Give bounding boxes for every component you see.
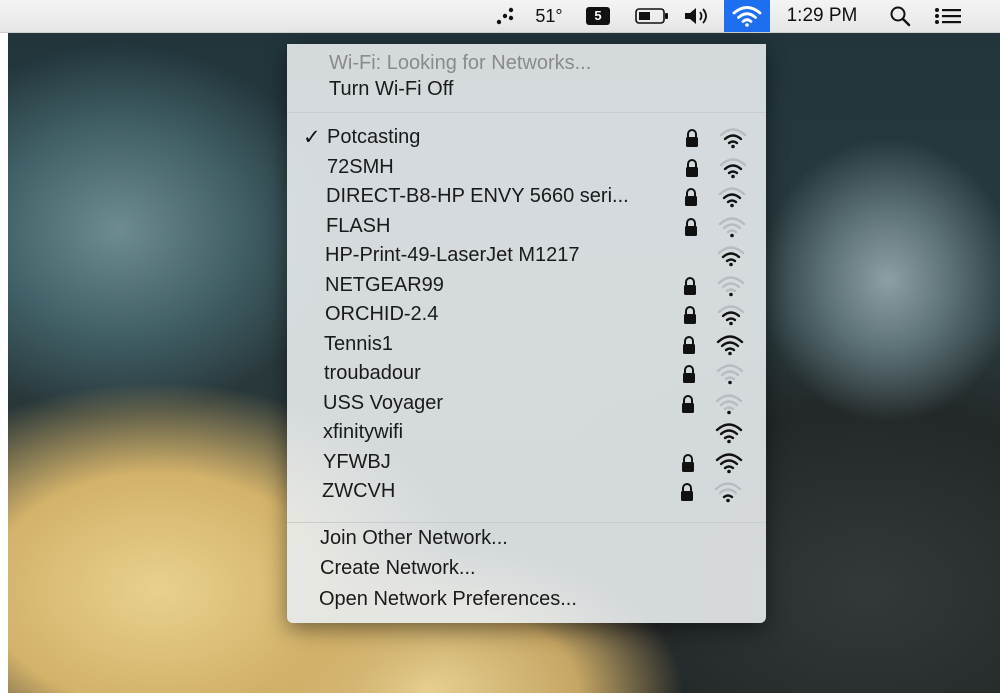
- network-name: 72SMH: [327, 155, 394, 178]
- join-other-network-item[interactable]: Join Other Network...: [287, 525, 766, 553]
- network-item[interactable]: HP-Print-49-LaserJet M1217: [287, 242, 766, 270]
- turn-wifi-off-item[interactable]: Turn Wi-Fi Off: [287, 76, 766, 104]
- network-item[interactable]: ZWCVH: [287, 478, 766, 506]
- network-name: troubadour: [324, 362, 421, 384]
- wifi-status-label: Wi-Fi: Looking for Networks...: [329, 52, 592, 74]
- wifi-signal-icon: [719, 157, 747, 178]
- wifi-signal-icon: [717, 275, 745, 296]
- wifi-signal-icon: [718, 216, 746, 237]
- lock-icon: [683, 335, 695, 354]
- open-network-preferences-label: Open Network Preferences...: [319, 588, 577, 610]
- lock-icon: [685, 188, 697, 206]
- network-name: Potcasting: [327, 126, 421, 148]
- wifi-signal-icon: [717, 305, 745, 326]
- lock-icon: [682, 394, 694, 413]
- wifi-icon[interactable]: [724, 0, 770, 32]
- network-name: ORCHID-2.4: [325, 303, 439, 325]
- join-other-network-label: Join Other Network...: [320, 527, 508, 549]
- network-item[interactable]: troubadour: [287, 360, 766, 388]
- network-name: Tennis1: [324, 332, 393, 355]
- separator: [287, 522, 766, 523]
- create-network-label: Create Network...: [320, 557, 476, 579]
- network-name: FLASH: [326, 214, 391, 237]
- wifi-signal-icon: [715, 423, 743, 444]
- network-item[interactable]: Tennis1: [287, 331, 766, 359]
- lock-icon: [684, 306, 696, 324]
- weather-temperature[interactable]: 51°: [526, 0, 572, 32]
- wifi-status: Wi-Fi: Looking for Networks...: [287, 50, 766, 78]
- network-name: DIRECT-B8-HP ENVY 5660 seri...: [326, 185, 629, 207]
- lock-icon: [683, 365, 695, 383]
- wifi-signal-icon: [715, 452, 743, 473]
- network-name: ZWCVH: [322, 480, 396, 502]
- calendar-badge[interactable]: 5: [584, 0, 612, 32]
- wifi-signal-icon: [718, 187, 746, 208]
- wifi-signal-icon: [714, 482, 742, 503]
- checkmark-icon: ✓: [303, 126, 321, 149]
- wifi-signal-icon: [716, 364, 744, 385]
- network-name: YFWBJ: [323, 450, 391, 473]
- clock[interactable]: 1:29 PM: [777, 0, 867, 32]
- list-icon[interactable]: [928, 0, 968, 32]
- turn-wifi-off-label: Turn Wi-Fi Off: [329, 78, 454, 100]
- lock-icon: [686, 158, 698, 177]
- wifi-dropdown-menu: Wi-Fi: Looking for Networks... Turn Wi-F…: [287, 44, 766, 623]
- dots-icon[interactable]: [492, 0, 520, 32]
- lock-icon: [686, 129, 698, 147]
- lock-icon: [685, 217, 697, 236]
- menu-bar: 51° 5 1:29 PM: [0, 0, 1000, 33]
- lock-icon: [681, 483, 693, 501]
- network-name: NETGEAR99: [325, 273, 444, 296]
- wifi-signal-icon: [716, 334, 744, 355]
- open-network-preferences-item[interactable]: Open Network Preferences...: [287, 586, 766, 614]
- wifi-signal-icon: [719, 128, 747, 149]
- network-name: xfinitywifi: [323, 421, 404, 443]
- badge-number: 5: [586, 7, 610, 25]
- wifi-signal-icon: [717, 246, 745, 267]
- create-network-item[interactable]: Create Network...: [287, 555, 766, 583]
- network-name: HP-Print-49-LaserJet M1217: [325, 244, 580, 266]
- wifi-signal-icon: [715, 393, 743, 414]
- network-item[interactable]: ORCHID-2.4: [287, 301, 766, 329]
- network-item[interactable]: DIRECT-B8-HP ENVY 5660 seri...: [287, 183, 766, 211]
- lock-icon: [684, 276, 696, 295]
- search-icon[interactable]: [884, 0, 916, 32]
- lock-icon: [682, 453, 694, 472]
- network-item[interactable]: 72SMH: [287, 154, 766, 182]
- network-item[interactable]: FLASH: [287, 213, 766, 241]
- network-item[interactable]: USS Voyager: [287, 390, 766, 418]
- network-item[interactable]: NETGEAR99: [287, 272, 766, 300]
- battery-icon[interactable]: [632, 0, 672, 32]
- network-item[interactable]: YFWBJ: [287, 449, 766, 477]
- network-item[interactable]: ✓ Potcasting: [287, 124, 766, 152]
- network-item[interactable]: xfinitywifi: [287, 419, 766, 447]
- separator: [287, 112, 766, 113]
- volume-icon[interactable]: [680, 0, 714, 32]
- network-name: USS Voyager: [323, 391, 444, 414]
